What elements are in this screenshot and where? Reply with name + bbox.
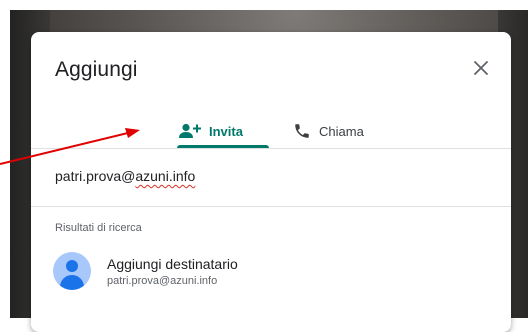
tab-call[interactable]: Chiama — [293, 114, 364, 148]
email-input-user: patri.prova@ — [55, 168, 136, 184]
tabs-divider — [31, 148, 511, 149]
avatar-body — [60, 275, 84, 290]
tab-invite-label: Invita — [209, 123, 243, 139]
phone-icon — [293, 122, 311, 140]
dialog-title: Aggiungi — [55, 58, 138, 81]
add-recipient-title: Aggiungi destinatario — [107, 255, 238, 272]
close-icon — [474, 61, 488, 75]
avatar-head — [66, 260, 78, 272]
search-results-label: Risultati di ricerca — [55, 222, 142, 234]
email-input-domain: azuni.info — [135, 168, 196, 184]
email-input[interactable]: patri.prova@azuni.info — [55, 168, 485, 184]
add-recipient-item[interactable]: Aggiungi destinatario patri.prova@azuni.… — [53, 248, 493, 294]
avatar-icon — [53, 252, 91, 290]
person-add-icon — [179, 123, 201, 139]
add-recipient-text: Aggiungi destinatario patri.prova@azuni.… — [107, 256, 238, 287]
add-people-dialog: Aggiungi Invita Chiama patri.prova@azuni… — [31, 32, 511, 332]
input-divider — [31, 206, 511, 207]
tab-call-label: Chiama — [319, 123, 364, 139]
add-recipient-email: patri.prova@azuni.info — [107, 274, 218, 287]
close-button[interactable] — [469, 56, 493, 80]
tab-invite[interactable]: Invita — [179, 114, 243, 148]
